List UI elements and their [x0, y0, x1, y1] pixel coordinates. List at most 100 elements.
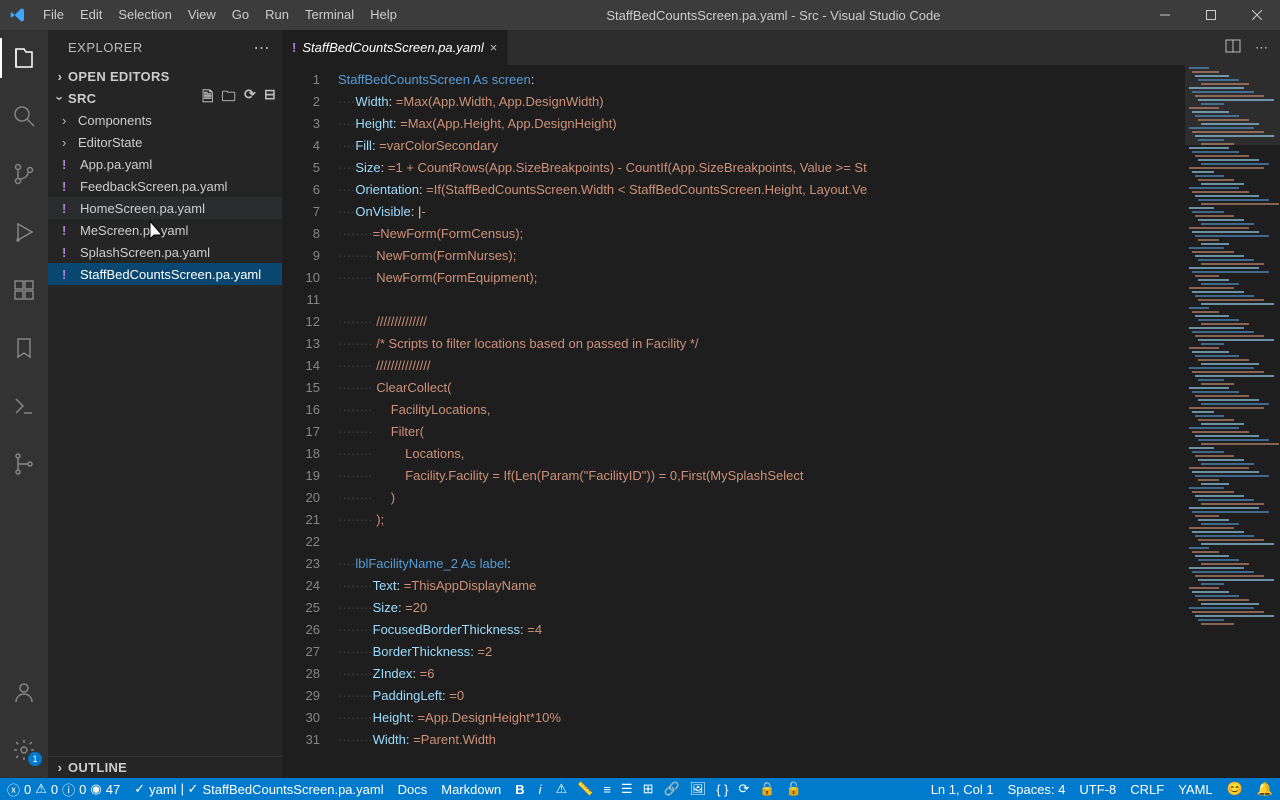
- run-debug-icon[interactable]: [0, 212, 48, 252]
- code-line[interactable]: ····OnVisible: |-: [338, 201, 1184, 223]
- list-icon[interactable]: ≡: [603, 782, 611, 797]
- menu-terminal[interactable]: Terminal: [297, 0, 362, 30]
- open-editors-section[interactable]: › OPEN EDITORS: [48, 65, 282, 87]
- code-line[interactable]: ····Height: =Max(App.Height, App.DesignH…: [338, 113, 1184, 135]
- status-feedback-icon[interactable]: 😊: [1220, 778, 1250, 800]
- code-editor[interactable]: 1234567891011121314151617181920212223242…: [282, 65, 1280, 778]
- folder-item[interactable]: ›Components: [48, 109, 282, 131]
- file-item[interactable]: !HomeScreen.pa.yaml: [48, 197, 282, 219]
- file-item[interactable]: !FeedbackScreen.pa.yaml: [48, 175, 282, 197]
- code-line[interactable]: ········ );: [338, 509, 1184, 531]
- code-line[interactable]: ········ /* Scripts to filter locations …: [338, 333, 1184, 355]
- more-actions-icon[interactable]: ⋯: [1255, 40, 1268, 56]
- source-control-icon[interactable]: [0, 154, 48, 194]
- folder-root-section[interactable]: › SRC 🗎 🗀 ⟳ ⊟: [48, 87, 282, 109]
- powershell-icon[interactable]: [0, 386, 48, 426]
- code-line[interactable]: ········PaddingLeft: =0: [338, 685, 1184, 707]
- settings-gear-icon[interactable]: 1: [0, 730, 48, 770]
- more-icon[interactable]: ⋯: [254, 38, 271, 58]
- menu-run[interactable]: Run: [257, 0, 297, 30]
- maximize-icon[interactable]: [1188, 0, 1234, 30]
- minimap-viewport[interactable]: [1185, 65, 1280, 145]
- status-encoding[interactable]: UTF-8: [1072, 778, 1123, 800]
- search-icon[interactable]: [0, 96, 48, 136]
- code-line[interactable]: ········FocusedBorderThickness: =4: [338, 619, 1184, 641]
- menu-edit[interactable]: Edit: [72, 0, 110, 30]
- menu-help[interactable]: Help: [362, 0, 405, 30]
- code-line[interactable]: ····Size: =1 + CountRows(App.SizeBreakpo…: [338, 157, 1184, 179]
- status-language[interactable]: YAML: [1171, 778, 1219, 800]
- status-markdown[interactable]: Markdown: [434, 778, 508, 800]
- menu-file[interactable]: File: [35, 0, 72, 30]
- code-line[interactable]: ········ ): [338, 487, 1184, 509]
- code-line[interactable]: ········Text: =ThisAppDisplayName: [338, 575, 1184, 597]
- code-line[interactable]: StaffBedCountsScreen As screen:: [338, 69, 1184, 91]
- code-line[interactable]: ····lblFacilityName_2 As label:: [338, 553, 1184, 575]
- code-line[interactable]: [338, 531, 1184, 553]
- outline-section[interactable]: › OUTLINE: [48, 756, 282, 778]
- link-icon[interactable]: 🔗: [663, 781, 679, 797]
- tab-active[interactable]: ! StaffBedCountsScreen.pa.yaml ×: [282, 30, 508, 65]
- code-line[interactable]: ········ //////////////: [338, 311, 1184, 333]
- code-line[interactable]: ········ NewForm(FormNurses);: [338, 245, 1184, 267]
- unlock-icon[interactable]: 🔓: [786, 781, 802, 797]
- lock-icon[interactable]: 🔒: [759, 781, 775, 797]
- status-bell-icon[interactable]: 🔔: [1250, 778, 1280, 800]
- folder-item[interactable]: ›EditorState: [48, 131, 282, 153]
- tab-close-icon[interactable]: ×: [490, 40, 498, 55]
- minimize-icon[interactable]: [1142, 0, 1188, 30]
- file-item[interactable]: !App.pa.yaml: [48, 153, 282, 175]
- code-line[interactable]: ········Size: =20: [338, 597, 1184, 619]
- explorer-icon[interactable]: [0, 38, 48, 78]
- status-problems[interactable]: ⓧ0 ⚠0 ⓘ0 ◉47: [0, 778, 127, 800]
- new-folder-icon[interactable]: 🗀: [222, 86, 236, 110]
- code-line[interactable]: ········ NewForm(FormEquipment);: [338, 267, 1184, 289]
- add-icon[interactable]: ⊞: [643, 781, 654, 797]
- file-item[interactable]: !MeScreen.pa.yaml: [48, 219, 282, 241]
- refresh-icon[interactable]: ⟳: [244, 86, 256, 110]
- status-cursor-pos[interactable]: Ln 1, Col 1: [924, 778, 1001, 800]
- bookmark-icon[interactable]: [0, 328, 48, 368]
- split-editor-icon[interactable]: [1225, 38, 1241, 57]
- ruler-icon[interactable]: 📏: [577, 781, 593, 797]
- new-file-icon[interactable]: 🗎: [202, 86, 214, 110]
- account-icon[interactable]: [0, 672, 48, 712]
- code-line[interactable]: ····Fill: =varColorSecondary: [338, 135, 1184, 157]
- code-line[interactable]: ········ ClearCollect(: [338, 377, 1184, 399]
- code-content[interactable]: StaffBedCountsScreen As screen:····Width…: [338, 65, 1184, 778]
- menu-selection[interactable]: Selection: [110, 0, 179, 30]
- code-line[interactable]: ····Orientation: =If(StaffBedCountsScree…: [338, 179, 1184, 201]
- code-brackets-icon[interactable]: { }: [716, 782, 728, 797]
- git-graph-icon[interactable]: [0, 444, 48, 484]
- alert-icon[interactable]: ⚠: [555, 781, 567, 797]
- status-branch[interactable]: ✓ yaml | ✓ StaffBedCountsScreen.pa.yaml: [127, 778, 390, 800]
- menu-view[interactable]: View: [180, 0, 224, 30]
- code-line[interactable]: ····Width: =Max(App.Width, App.DesignWid…: [338, 91, 1184, 113]
- checklist-icon[interactable]: ☰: [621, 781, 633, 797]
- code-line[interactable]: ········ Locations,: [338, 443, 1184, 465]
- code-line[interactable]: ········ZIndex: =6: [338, 663, 1184, 685]
- status-italic[interactable]: i: [532, 778, 549, 800]
- status-docs[interactable]: Docs: [391, 778, 435, 800]
- file-item[interactable]: !SplashScreen.pa.yaml: [48, 241, 282, 263]
- code-line[interactable]: ········ Facility.Facility = If(Len(Para…: [338, 465, 1184, 487]
- menu-go[interactable]: Go: [224, 0, 257, 30]
- code-line[interactable]: ········Height: =App.DesignHeight*10%: [338, 707, 1184, 729]
- status-eol[interactable]: CRLF: [1123, 778, 1171, 800]
- close-icon[interactable]: [1234, 0, 1280, 30]
- status-indent[interactable]: Spaces: 4: [1001, 778, 1073, 800]
- minimap[interactable]: [1184, 65, 1280, 778]
- image-icon[interactable]: 🖼: [690, 781, 707, 797]
- status-icons-group[interactable]: ⚠ 📏 ≡ ☰ ⊞ 🔗 🖼 { } ⟳ 🔒 🔓: [548, 778, 808, 800]
- file-item[interactable]: !StaffBedCountsScreen.pa.yaml: [48, 263, 282, 285]
- sync-icon[interactable]: ⟳: [738, 781, 749, 797]
- code-line[interactable]: ········=NewForm(FormCensus);: [338, 223, 1184, 245]
- extensions-icon[interactable]: [0, 270, 48, 310]
- code-line[interactable]: ········ FacilityLocations,: [338, 399, 1184, 421]
- code-line[interactable]: ········BorderThickness: =2: [338, 641, 1184, 663]
- code-line[interactable]: [338, 289, 1184, 311]
- status-bold[interactable]: B: [508, 778, 531, 800]
- code-line[interactable]: ········Width: =Parent.Width: [338, 729, 1184, 751]
- code-line[interactable]: ········ ///////////////: [338, 355, 1184, 377]
- code-line[interactable]: ········ Filter(: [338, 421, 1184, 443]
